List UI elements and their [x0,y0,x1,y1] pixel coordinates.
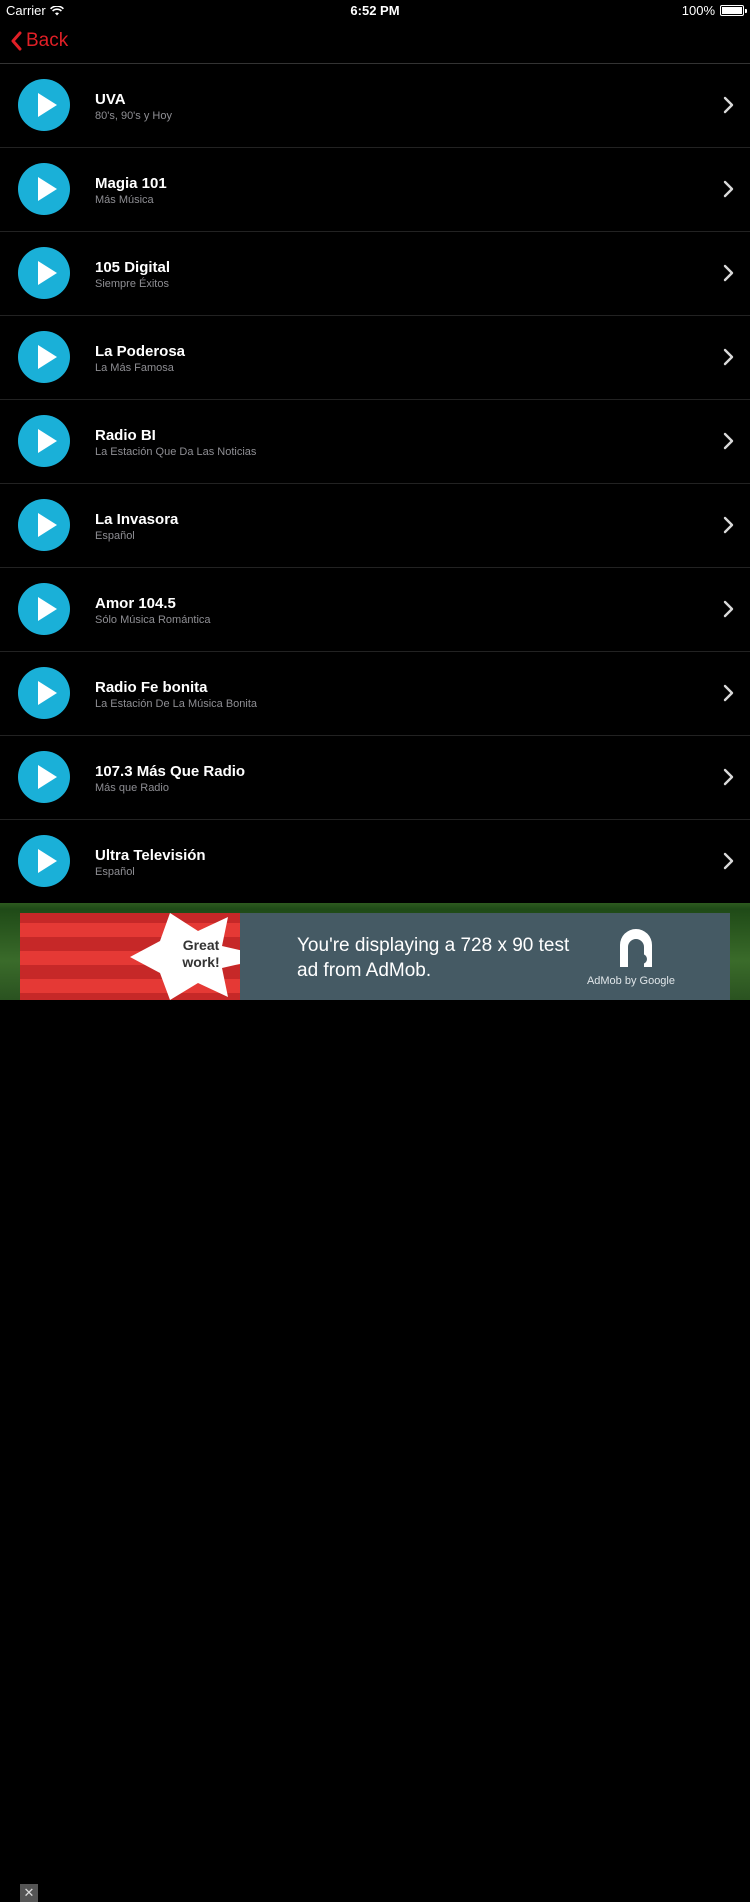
station-subtitle: 80's, 90's y Hoy [95,110,172,122]
play-icon[interactable] [18,163,70,215]
chevron-right-icon [723,264,734,282]
station-row[interactable]: La Poderosa La Más Famosa [0,316,750,400]
play-icon[interactable] [18,331,70,383]
station-subtitle: Español [95,866,135,878]
station-subtitle: Más Música [95,194,154,206]
play-icon[interactable] [18,415,70,467]
chevron-right-icon [723,684,734,702]
station-row[interactable]: Radio BI La Estación Que Da Las Noticias [0,400,750,484]
play-icon[interactable] [18,835,70,887]
chevron-right-icon [723,96,734,114]
status-bar: Carrier 6:52 PM 100% [0,0,750,22]
station-row[interactable]: UVA 80's, 90's y Hoy [0,64,750,148]
back-label: Back [26,30,69,51]
play-icon[interactable] [18,667,70,719]
play-icon[interactable] [18,583,70,635]
station-name: Ultra Televisión [95,847,206,864]
station-name: Amor 104.5 [95,595,176,612]
chevron-right-icon [723,432,734,450]
navigation-bar: Back [0,22,750,64]
back-button[interactable]: Back [10,30,68,52]
station-row[interactable]: 105 Digital Siempre Éxitos [0,232,750,316]
ad-message: You're displaying a 728 x 90 test ad fro… [297,935,570,981]
station-name: 107.3 Más Que Radio [95,763,246,780]
play-icon[interactable] [18,247,70,299]
station-subtitle: La Estación De La Música Bonita [95,698,258,710]
chevron-right-icon [723,348,734,366]
station-subtitle: Sólo Música Romántica [95,614,211,626]
station-row[interactable]: La Invasora Español [0,484,750,568]
station-row[interactable]: Magia 101 Más Música [0,148,750,232]
station-subtitle: La Más Famosa [95,362,174,374]
station-name: 105 Digital [95,259,171,276]
station-name: Radio Fe bonita [95,679,208,696]
ad-banner[interactable]: Great work! You're displaying a 728 x 90… [20,913,730,1000]
station-name: La Invasora [95,511,179,528]
station-name: Magia 101 [95,175,167,192]
station-subtitle: Español [95,530,135,542]
chevron-right-icon [723,516,734,534]
chevron-right-icon [723,768,734,786]
ad-caption: AdMob by Google [586,975,675,987]
station-name: Radio BI [95,427,156,444]
station-subtitle: La Estación Que Da Las Noticias [95,446,257,458]
station-row[interactable]: Amor 104.5 Sólo Música Romántica [0,568,750,652]
chevron-right-icon [723,180,734,198]
play-icon[interactable] [18,751,70,803]
play-icon[interactable] [18,79,70,131]
ad-container: Great work! You're displaying a 728 x 90… [0,903,750,1902]
ad-badge-text: Great work! [182,937,220,970]
battery-icon [720,5,747,16]
play-icon[interactable] [18,499,70,551]
station-row[interactable]: 107.3 Más Que Radio Más que Radio [0,736,750,820]
chevron-left-icon [11,31,22,51]
station-row[interactable]: Radio Fe bonita La Estación De La Música … [0,652,750,736]
chevron-right-icon [723,600,734,618]
station-list: UVA 80's, 90's y Hoy Magia 101 Más Música 10… [0,64,750,904]
chevron-right-icon [723,852,734,870]
station-subtitle: Más que Radio [95,782,169,794]
station-name: UVA [95,91,126,108]
station-name: La Poderosa [95,343,186,360]
station-row[interactable]: Ultra Televisión Español [0,820,750,904]
admob-logo-icon [620,929,652,967]
battery-percent: 100% [681,3,715,18]
ad-close-button[interactable]: ✕ [20,1884,38,1902]
station-subtitle: Siempre Éxitos [95,278,169,290]
clock: 6:52 PM [350,3,400,18]
